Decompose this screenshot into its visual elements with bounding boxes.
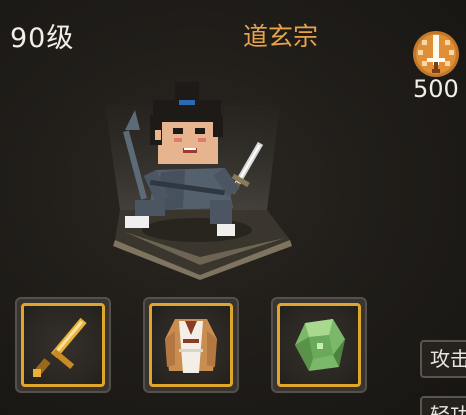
sword-coin-icon[interactable] bbox=[410, 28, 462, 80]
tab-light[interactable]: 轻功 bbox=[420, 396, 466, 415]
accessory-slot-frame bbox=[277, 303, 361, 387]
golden-sword-icon bbox=[33, 317, 87, 377]
weapon-slot[interactable] bbox=[15, 297, 111, 393]
tab-attack[interactable]: 攻击 bbox=[420, 340, 466, 378]
character-screen: 90级 道玄宗 500 攻击 轻功 bbox=[0, 0, 466, 415]
jade-stone-icon bbox=[295, 319, 345, 371]
character-sprite bbox=[105, 82, 292, 280]
player-level: 90级 bbox=[10, 23, 75, 54]
robe-icon bbox=[165, 319, 217, 373]
weapon-slot-frame bbox=[21, 303, 105, 387]
accessory-slot[interactable] bbox=[271, 297, 367, 393]
armor-slot-frame bbox=[149, 303, 233, 387]
sect-name: 道玄宗 bbox=[243, 22, 319, 51]
currency-value: 500 bbox=[413, 75, 459, 103]
armor-slot[interactable] bbox=[143, 297, 239, 393]
